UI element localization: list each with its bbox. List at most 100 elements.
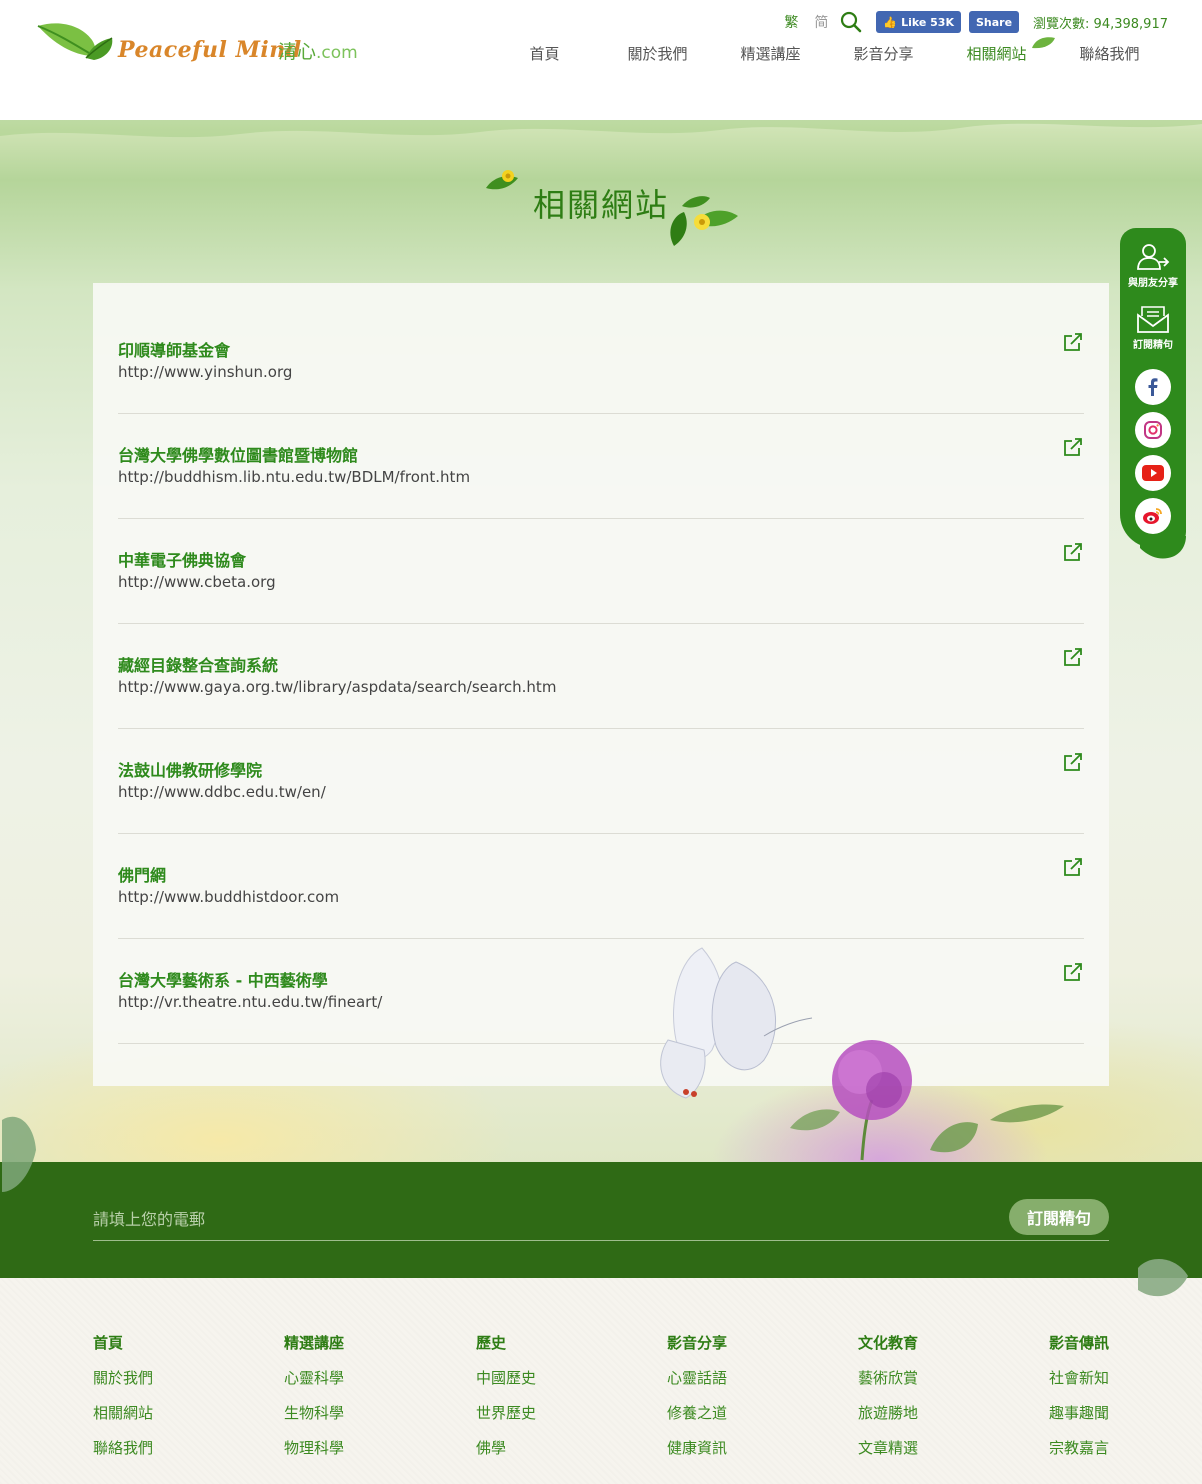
site-logo[interactable]: Peaceful Mind 清心.com — [34, 18, 384, 68]
site-title[interactable]: 印順導師基金會 — [118, 337, 230, 361]
mail-icon — [1137, 306, 1169, 333]
footer-link[interactable]: 世界歷史 — [476, 1402, 596, 1437]
share-label: 與朋友分享 — [1128, 278, 1178, 289]
search-icon[interactable] — [840, 11, 862, 33]
newsletter-section: 請填上您的電郵 訂閱精句 — [0, 1162, 1202, 1278]
side-share-panel: 與朋友分享 訂閱精句 — [1120, 228, 1186, 548]
related-sites-card: 印順導師基金會 http://www.yinshun.org 台灣大學佛學數位圖… — [93, 283, 1109, 1086]
facebook-icon[interactable] — [1135, 369, 1171, 405]
footer-heading[interactable]: 文化教育 — [858, 1332, 978, 1367]
nav-item-contact[interactable]: 聯絡我們 — [1053, 40, 1166, 67]
flower-leaves-icon — [670, 196, 738, 246]
email-input[interactable]: 請填上您的電郵 — [93, 1206, 993, 1238]
list-item[interactable]: 法鼓山佛教研修學院 http://www.ddbc.edu.tw/en/ — [118, 729, 1084, 834]
nav-item-about[interactable]: 關於我們 — [601, 40, 714, 67]
list-item[interactable]: 台灣大學藝術系 - 中西藝術學 http://vr.theatre.ntu.ed… — [118, 939, 1084, 1044]
footer-column: 影音分享 心靈話語 修養之道 健康資訊 — [667, 1332, 787, 1472]
youtube-icon[interactable] — [1135, 455, 1171, 491]
site-url[interactable]: http://www.buddhistdoor.com — [118, 888, 339, 906]
logo-chinese-text: 清心.com — [278, 37, 358, 64]
footer-heading[interactable]: 首頁 — [93, 1332, 213, 1367]
logo-english-text: Peaceful Mind — [118, 37, 302, 63]
leaf-logo-icon — [37, 23, 113, 60]
list-item[interactable]: 印順導師基金會 http://www.yinshun.org — [118, 309, 1084, 414]
related-sites-list: 印順導師基金會 http://www.yinshun.org 台灣大學佛學數位圖… — [118, 309, 1084, 1044]
instagram-icon[interactable] — [1135, 412, 1171, 448]
footer-link[interactable]: 佛學 — [476, 1437, 596, 1472]
footer-heading[interactable]: 歷史 — [476, 1332, 596, 1367]
list-item[interactable]: 中華電子佛典協會 http://www.cbeta.org — [118, 519, 1084, 624]
share-with-friends-button[interactable]: 與朋友分享 — [1120, 242, 1186, 289]
nav-item-related-sites-label: 相關網站 — [966, 45, 1027, 63]
footer-heading[interactable]: 精選講座 — [284, 1332, 404, 1367]
footer-link[interactable]: 中國歷史 — [476, 1367, 596, 1402]
page-title: 相關網站 — [532, 186, 669, 224]
footer-link[interactable]: 藝術欣賞 — [858, 1367, 978, 1402]
subscribe-button[interactable]: 訂閱精句 — [1009, 1199, 1109, 1235]
site-title[interactable]: 佛門網 — [118, 862, 166, 886]
footer-link[interactable]: 心靈科學 — [284, 1367, 404, 1402]
footer-link[interactable]: 相關網站 — [93, 1402, 213, 1437]
fb-like-label: Like 53K — [901, 15, 954, 29]
thumbs-up-icon: 👍 — [883, 15, 898, 29]
footer-link[interactable]: 心靈話語 — [667, 1367, 787, 1402]
site-title[interactable]: 中華電子佛典協會 — [118, 547, 246, 571]
list-item[interactable]: 佛門網 http://www.buddhistdoor.com — [118, 834, 1084, 939]
site-url[interactable]: http://www.ddbc.edu.tw/en/ — [118, 783, 326, 801]
lang-simplified-link[interactable]: 简 — [810, 12, 832, 32]
logo-com-word: .com — [316, 43, 358, 63]
lang-traditional-link[interactable]: 繁 — [780, 12, 802, 32]
site-url[interactable]: http://www.yinshun.org — [118, 363, 292, 381]
footer-heading[interactable]: 影音分享 — [667, 1332, 787, 1367]
nav-item-media[interactable]: 影音分享 — [827, 40, 940, 67]
footer-link[interactable]: 關於我們 — [93, 1367, 213, 1402]
facebook-share-button[interactable]: Share — [968, 11, 1020, 33]
footer-link[interactable]: 修養之道 — [667, 1402, 787, 1437]
list-item[interactable]: 台灣大學佛學數位圖書館暨博物館 http://buddhism.lib.ntu.… — [118, 414, 1084, 519]
logo-zh-word: 清心 — [278, 41, 317, 63]
external-link-icon[interactable] — [1062, 961, 1084, 983]
facebook-like-button[interactable]: 👍 Like 53K — [876, 11, 961, 33]
external-link-icon[interactable] — [1062, 541, 1084, 563]
nav-item-related-sites[interactable]: 相關網站 — [940, 37, 1055, 67]
page: Peaceful Mind 清心.com 繁 简 👍 Like 53K Shar… — [0, 0, 1202, 1484]
external-link-icon[interactable] — [1062, 751, 1084, 773]
nav-item-lectures[interactable]: 精選講座 — [714, 40, 827, 67]
email-input-underline — [93, 1240, 1109, 1241]
side-subscribe-button[interactable]: 訂閱精句 — [1120, 304, 1186, 351]
external-link-icon[interactable] — [1062, 331, 1084, 353]
external-link-icon[interactable] — [1062, 436, 1084, 458]
footer-link[interactable]: 文章精選 — [858, 1437, 978, 1472]
nav-item-home[interactable]: 首頁 — [488, 40, 601, 67]
footer-column: 首頁 關於我們 相關網站 聯絡我們 — [93, 1332, 213, 1472]
site-url[interactable]: http://buddhism.lib.ntu.edu.tw/BDLM/fron… — [118, 468, 470, 486]
site-title[interactable]: 台灣大學藝術系 - 中西藝術學 — [118, 967, 328, 991]
external-link-icon[interactable] — [1062, 646, 1084, 668]
site-title[interactable]: 台灣大學佛學數位圖書館暨博物館 — [118, 442, 358, 466]
site-title[interactable]: 法鼓山佛教研修學院 — [118, 757, 262, 781]
site-url[interactable]: http://vr.theatre.ntu.edu.tw/fineart/ — [118, 993, 382, 1011]
footer-link[interactable]: 社會新知 — [989, 1367, 1109, 1402]
main-nav: 首頁 關於我們 精選講座 影音分享 相關網站 聯絡我們 — [488, 37, 1166, 67]
site-url[interactable]: http://www.gaya.org.tw/library/aspdata/s… — [118, 678, 556, 696]
footer-column: 影音傳訊 社會新知 趣事趣聞 宗教嘉言 — [989, 1332, 1109, 1472]
footer-heading[interactable]: 影音傳訊 — [989, 1332, 1109, 1367]
footer-link[interactable]: 生物科學 — [284, 1402, 404, 1437]
site-header: Peaceful Mind 清心.com 繁 简 👍 Like 53K Shar… — [0, 0, 1202, 120]
site-title[interactable]: 藏經目錄整合查詢系統 — [118, 652, 278, 676]
footer-link[interactable]: 聯絡我們 — [93, 1437, 213, 1472]
footer-link[interactable]: 物理科學 — [284, 1437, 404, 1472]
external-link-icon[interactable] — [1062, 856, 1084, 878]
site-footer: 首頁 關於我們 相關網站 聯絡我們 精選講座 心靈科學 生物科學 物理科學 歷史… — [0, 1278, 1202, 1484]
weibo-icon[interactable] — [1135, 498, 1171, 534]
footer-link[interactable]: 健康資訊 — [667, 1437, 787, 1472]
footer-link[interactable]: 趣事趣聞 — [989, 1402, 1109, 1437]
list-item[interactable]: 藏經目錄整合查詢系統 http://www.gaya.org.tw/librar… — [118, 624, 1084, 729]
footer-column: 歷史 中國歷史 世界歷史 佛學 — [476, 1332, 596, 1472]
site-url[interactable]: http://www.cbeta.org — [118, 573, 276, 591]
footer-link[interactable]: 旅遊勝地 — [858, 1402, 978, 1437]
footer-link[interactable]: 宗教嘉言 — [989, 1437, 1109, 1472]
page-title-area: 相關網站 — [0, 170, 1202, 246]
footer-column: 文化教育 藝術欣賞 旅遊勝地 文章精選 — [858, 1332, 978, 1472]
share-people-icon — [1137, 244, 1170, 270]
